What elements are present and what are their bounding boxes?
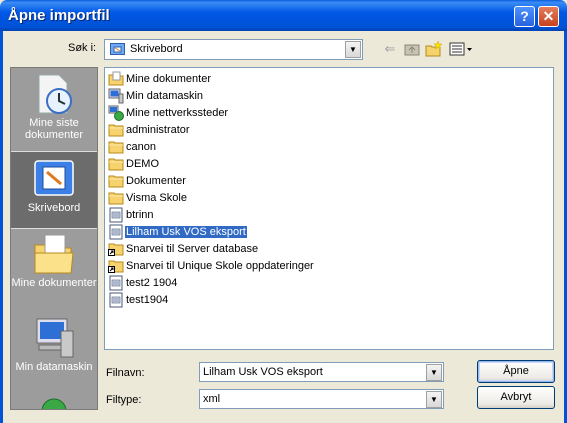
file-list-item[interactable]: Lilham Usk VOS eksport [108, 224, 247, 240]
lookin-value: Skrivebord [130, 43, 183, 55]
my-documents-icon [34, 234, 74, 274]
file-list-item[interactable]: canon [108, 139, 157, 155]
chevron-down-icon[interactable]: ▼ [426, 364, 442, 381]
xml-file-icon [108, 275, 124, 291]
file-list[interactable]: Mine dokumenter Min datamaskin Mine nettve… [104, 67, 554, 350]
file-list-item-label: Mine nettverkssteder [126, 107, 229, 119]
file-list-item-label: canon [126, 141, 156, 153]
file-list-item-label: Dokumenter [126, 175, 186, 187]
file-list-item[interactable]: Mine dokumenter [108, 71, 212, 87]
file-list-item-label: test1904 [126, 294, 169, 306]
network-places-icon [11, 395, 97, 409]
file-list-item-label: test2 1904 [126, 277, 178, 289]
lookin-dropdown[interactable]: Skrivebord ▼ [104, 39, 363, 60]
file-list-item[interactable]: btrinn [108, 207, 155, 223]
filename-value: Lilham Usk VOS eksport [203, 366, 323, 378]
folder-icon [108, 122, 124, 138]
new-folder-icon[interactable] [424, 40, 444, 58]
place-recent-documents[interactable]: Mine siste dokumenter [11, 71, 97, 149]
place-label: Skrivebord [27, 202, 81, 214]
desktop-icon [110, 43, 125, 55]
file-list-item-label: Lilham Usk VOS eksport [125, 226, 247, 238]
lookin-label: Søk i: [68, 42, 97, 54]
place-label: Min datamaskin [15, 361, 93, 373]
window-frame-left [0, 31, 3, 423]
file-list-item-label: btrinn [126, 209, 154, 221]
my-computer-icon [36, 318, 74, 358]
file-list-item[interactable]: test2 1904 [108, 275, 178, 291]
folder-icon [108, 173, 124, 189]
title-bar: Åpne importfil ? ✕ [0, 0, 567, 31]
place-my-computer[interactable]: Min datamaskin [11, 315, 97, 385]
filetype-dropdown[interactable]: xml ▼ [199, 389, 444, 409]
my-computer-icon [108, 88, 124, 104]
place-label: Mine siste dokumenter [24, 117, 84, 141]
window-title: Åpne importfil [8, 7, 110, 24]
place-my-documents[interactable]: Mine dokumenter [11, 231, 97, 309]
chevron-down-icon[interactable]: ▼ [345, 41, 361, 58]
file-list-item[interactable]: Visma Skole [108, 190, 188, 206]
folder-icon [108, 156, 124, 172]
shortcut-folder-icon [108, 241, 124, 257]
file-list-item[interactable]: Dokumenter [108, 173, 187, 189]
desktop-icon [34, 160, 74, 196]
file-list-item[interactable]: Snarvei til Unique Skole oppdateringer [108, 258, 315, 274]
up-folder-icon[interactable] [402, 40, 422, 58]
file-list-item-label: Min datamaskin [126, 90, 204, 102]
view-menu-icon[interactable] [448, 40, 474, 58]
close-button[interactable]: ✕ [538, 6, 559, 27]
file-list-item-label: DEMO [126, 158, 159, 170]
file-list-item-label: administrator [126, 124, 190, 136]
file-list-item[interactable]: Snarvei til Server database [108, 241, 259, 257]
chevron-down-icon[interactable]: ▼ [426, 391, 442, 408]
xml-file-icon [108, 207, 124, 223]
filename-label: Filnavn: [106, 367, 145, 379]
network-places-icon [108, 105, 124, 121]
filetype-label: Filtype: [106, 394, 142, 406]
folder-icon [108, 139, 124, 155]
help-button[interactable]: ? [514, 6, 535, 27]
recent-documents-icon [38, 74, 72, 114]
file-list-item-label: Mine dokumenter [126, 73, 211, 85]
file-list-item[interactable]: administrator [108, 122, 191, 138]
file-list-item[interactable]: test1904 [108, 292, 169, 308]
file-list-item[interactable]: DEMO [108, 156, 160, 172]
my-documents-icon [108, 71, 124, 87]
filetype-value: xml [203, 393, 221, 405]
file-list-item-label: Snarvei til Server database [126, 243, 259, 255]
file-list-item[interactable]: Mine nettverkssteder [108, 105, 229, 121]
shortcut-folder-icon [108, 258, 124, 274]
back-arrow-icon[interactable]: ⇐ [380, 40, 400, 58]
file-list-item-label: Snarvei til Unique Skole oppdateringer [126, 260, 314, 272]
place-label: Mine dokumenter [11, 277, 97, 289]
places-bar: Mine siste dokumenter Skrivebord Mine do… [10, 67, 98, 410]
xml-file-icon [108, 292, 124, 308]
place-desktop[interactable]: Skrivebord [11, 151, 97, 229]
folder-icon [108, 190, 124, 206]
file-list-item-label: Visma Skole [126, 192, 187, 204]
cancel-button[interactable]: Avbryt [477, 386, 555, 409]
xml-file-icon [108, 224, 124, 240]
open-button[interactable]: Åpne [477, 360, 555, 383]
file-list-item[interactable]: Min datamaskin [108, 88, 204, 104]
filename-field[interactable]: Lilham Usk VOS eksport ▼ [199, 362, 444, 382]
